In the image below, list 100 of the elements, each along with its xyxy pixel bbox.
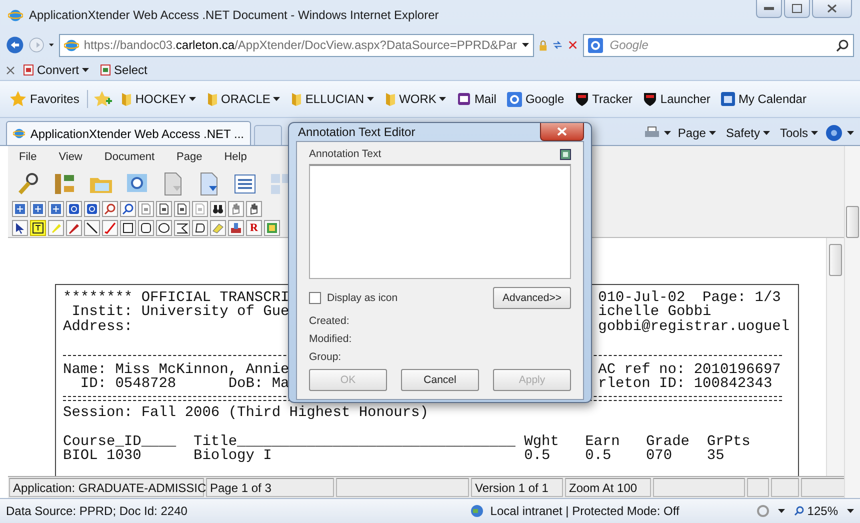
close-icon[interactable] [6,66,15,74]
search-field[interactable]: Google [608,37,831,53]
table-cell: 070 [646,449,672,464]
caret-icon [762,131,770,135]
table-cell: 0.5 [524,449,550,464]
eraser-icon [212,222,224,234]
hand-icon [248,203,260,215]
toolbar-button[interactable] [210,201,226,217]
document-icon [100,64,112,76]
toolbar-button[interactable] [66,201,82,217]
close-button[interactable] [812,0,852,18]
hand-icon [230,203,242,215]
print-icon[interactable] [644,126,660,140]
key-icon [17,172,41,196]
menu-item[interactable]: Help [215,151,256,163]
add-favorite-icon[interactable] [93,90,114,108]
favorite-link[interactable]: ORACLE [204,91,284,107]
annotation-text-field[interactable] [309,164,571,279]
status-text: Application: GRADUATE-ADMISSIC [9,478,204,497]
close-button[interactable] [540,123,584,141]
annotation-tool[interactable] [156,220,172,236]
scrollbar[interactable] [844,146,860,498]
search-bar[interactable]: Google [582,34,854,56]
document-text: Address: [63,320,133,334]
document-text: Name: Miss McKinnon, Annie [63,362,290,378]
command-button[interactable]: Select [97,63,150,77]
calendar-icon [721,92,736,106]
favorite-link[interactable]: Mail [454,92,500,106]
document-text: ID: 0548728 DoB: Ma [79,377,290,392]
binoculars-icon [212,203,224,215]
zoom-icon [104,203,116,215]
favorite-link[interactable]: Google [504,92,568,106]
text-icon [32,222,44,234]
fit-icon [14,203,26,215]
favorite-link[interactable]: WORK [382,91,450,107]
app-icon [507,92,522,106]
caret-icon [49,43,54,47]
search-icon[interactable] [836,38,849,52]
menu-item[interactable]: Page [168,151,212,163]
annotation-tool[interactable] [120,220,136,236]
favorite-link[interactable]: Tracker [572,91,636,107]
command-button[interactable]: Convert [20,63,92,77]
stop-icon[interactable] [568,38,578,52]
status-pane [771,478,799,497]
status-text: Version 1 of 1 [471,478,563,497]
status-text: Zoom At 100 [565,478,651,497]
zoom-button[interactable]: 125% [791,504,841,518]
rounded-rectangle-icon [140,222,152,234]
address-field[interactable]: https://bandoc03.carleton.ca/AppXtender/DocView.aspx?DataSource=PPRD&Par [58,34,534,56]
minimize-button[interactable] [756,0,782,18]
favorites-button[interactable]: Favorites [6,90,82,108]
status-pane [747,478,769,497]
display-as-icon-checkbox[interactable]: Display as icon [309,292,398,304]
folder-icon [385,91,396,107]
favorite-link[interactable]: My Calendar [718,92,810,106]
menu-item[interactable]: File [10,151,46,163]
caret-icon [82,68,90,72]
status-text: Page 1 of 3 [206,478,334,497]
annotation-tool[interactable] [174,220,190,236]
document-text: rleton ID: 100842343 [598,377,772,392]
column-header: Grade [646,434,690,450]
annotation-tool[interactable] [12,220,28,236]
scrollbar[interactable] [826,238,844,476]
line-icon [86,222,98,234]
toolbar-button[interactable] [174,201,190,217]
page-icon [194,203,206,215]
caret-icon [708,131,716,135]
image-icon [266,222,278,234]
column-header: Course_ID____ [63,434,176,450]
browser-tab[interactable]: ApplicationXtender Web Access .NET ... [6,121,251,145]
maximize-button[interactable] [784,0,810,18]
toolbar-menu[interactable]: Tools [776,126,821,140]
dialog-title: Annotation Text Editor [298,125,416,139]
annotation-tool[interactable] [192,220,208,236]
polygon-icon [176,222,188,234]
toolbar-menu[interactable]: Page [674,126,719,140]
help-icon[interactable] [825,124,843,142]
globe-icon [470,504,484,518]
annotation-tool[interactable] [30,220,46,236]
menu-item[interactable]: View [50,151,92,163]
dialog-button[interactable]: Cancel [401,369,479,391]
favorite-link[interactable]: Launcher [640,91,714,107]
column-header: Earn [585,434,620,450]
annotation-tool[interactable] [138,220,154,236]
annotation-tool[interactable]: R [246,220,262,236]
document-icon [23,64,34,76]
favorite-link[interactable]: HOCKEY [118,91,200,107]
caret-icon [189,97,196,101]
toolbar-menu[interactable]: Safety [722,126,773,140]
toolbar-button[interactable] [156,201,172,217]
toolbar-button[interactable] [84,201,100,217]
tree-icon [53,172,77,196]
annotation-tool[interactable] [84,220,100,236]
toolbar-button[interactable] [246,201,262,217]
favorite-link[interactable]: ELLUCIAN [288,91,378,107]
toolbar-button[interactable] [120,201,136,217]
window-title: ApplicationXtender Web Access .NET Document - Windows Internet Explorer [29,8,440,22]
advanced-button[interactable]: Advanced>> [493,287,571,309]
menu-item[interactable]: Document [95,151,164,163]
stamp-icon [230,222,242,234]
